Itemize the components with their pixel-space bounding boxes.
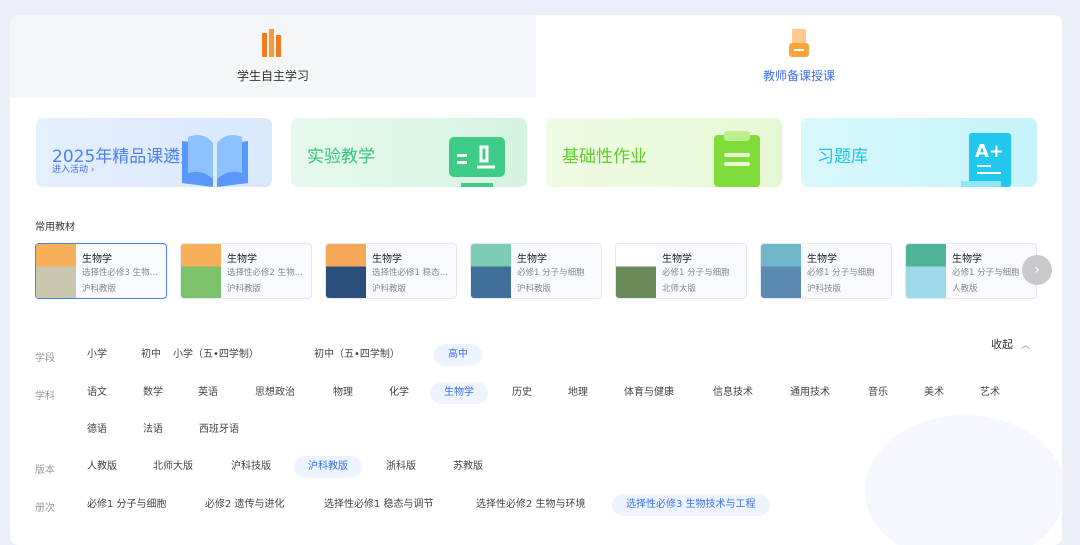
filter-option[interactable]: 人教版	[87, 456, 117, 478]
tab-label: 教师备课授课	[762, 69, 835, 83]
textbook-edition: 沪科教版	[82, 284, 117, 294]
lesson-kit-icon	[789, 29, 809, 57]
filter-label: 学科	[35, 391, 55, 402]
banner-question-bank[interactable]: 习题库 A+	[801, 118, 1037, 187]
textbook-card[interactable]: 生物学 必修1 分子与细胞 沪科技版	[760, 243, 892, 299]
textbook-cover	[761, 244, 801, 298]
section-title: 常用教材	[35, 222, 75, 233]
filter-option[interactable]: 苏教版	[453, 456, 483, 478]
clipboard-icon	[714, 131, 760, 187]
filter-option[interactable]: 音乐	[868, 382, 888, 404]
banner-title: 基础性作业	[562, 147, 647, 167]
filter-option[interactable]: 物理	[333, 382, 353, 404]
banner-experiment-teaching[interactable]: 实验教学	[291, 118, 527, 187]
banner-title: 实验教学	[307, 147, 375, 167]
tab-student-self-study[interactable]: 学生自主学习	[10, 15, 536, 98]
filter-option[interactable]: 选择性必修2 生物与环境	[476, 494, 586, 516]
textbook-cover	[326, 244, 366, 298]
filter-option[interactable]: 浙科版	[386, 456, 416, 478]
collapse-label: 收起	[991, 338, 1013, 351]
filter-option[interactable]: 生物学	[430, 382, 488, 404]
svg-text:A+: A+	[975, 141, 1004, 162]
textbook-edition: 沪科技版	[807, 284, 842, 294]
filter-label: 册次	[35, 503, 55, 514]
banner-title: 习题库	[817, 147, 868, 167]
main-panel: 学生自主学习 教师备课授课 2025年精品课遴选 进入活动 › 实验教学 基础性…	[10, 15, 1062, 545]
next-arrow-button[interactable]: ›	[1022, 255, 1052, 285]
textbook-title: 生物学	[82, 254, 112, 265]
books-icon	[262, 29, 281, 57]
filter-option[interactable]: 数学	[143, 382, 163, 404]
filter-option[interactable]: 小学	[87, 344, 107, 366]
filter-option[interactable]: 沪科教版	[294, 456, 362, 478]
textbook-card[interactable]: 生物学 必修1 分子与细胞 沪科教版	[470, 243, 602, 299]
textbook-card[interactable]: 生物学 选择性必修3 生物技术与工程 沪科教版	[35, 243, 167, 299]
textbook-title: 生物学	[372, 254, 402, 265]
textbook-edition: 沪科教版	[372, 284, 407, 294]
filter-label: 版本	[35, 465, 55, 476]
filter-option[interactable]: 语文	[87, 382, 107, 404]
textbook-cover	[616, 244, 656, 298]
filter-option[interactable]: 初中（五•四学制）	[314, 344, 400, 366]
banner-basic-homework[interactable]: 基础性作业	[546, 118, 782, 187]
filter-option[interactable]: 选择性必修1 稳态与调节	[324, 494, 434, 516]
textbook-cover	[36, 244, 76, 298]
filter-option[interactable]: 必修2 遗传与进化	[205, 494, 285, 516]
filter-option[interactable]: 沪科技版	[231, 456, 271, 478]
filter-option[interactable]: 德语	[87, 419, 107, 441]
cloud-watermark	[865, 415, 1062, 545]
filter-option[interactable]: 西班牙语	[199, 419, 239, 441]
filter-option[interactable]: 北师大版	[153, 456, 193, 478]
grade-a-plus-icon: A+	[961, 133, 1011, 187]
textbook-card[interactable]: 生物学 选择性必修1 稳态与调节 沪科教版	[325, 243, 457, 299]
textbook-volume: 必修1 分子与细胞	[517, 268, 585, 278]
filter-option[interactable]: 美术	[924, 382, 944, 404]
collapse-button[interactable]: 收起 ︿	[991, 336, 1030, 352]
enter-activity-link[interactable]: 进入活动 ›	[52, 162, 94, 175]
filter-option[interactable]: 历史	[512, 382, 532, 404]
filter-option[interactable]: 地理	[568, 382, 588, 404]
textbook-card[interactable]: 生物学 必修1 分子与细胞 北师大版	[615, 243, 747, 299]
filter-option[interactable]: 高中	[434, 344, 482, 366]
textbook-edition: 沪科教版	[517, 284, 552, 294]
microscope-board-icon	[449, 137, 505, 187]
filter-option[interactable]: 法语	[143, 419, 163, 441]
textbook-cover	[906, 244, 946, 298]
filter-option[interactable]: 初中	[141, 344, 161, 366]
filter-option[interactable]: 艺术	[980, 382, 1000, 404]
tab-teacher-prep[interactable]: 教师备课授课	[536, 15, 1062, 98]
filter-option[interactable]: 信息技术	[713, 382, 753, 404]
textbook-title: 生物学	[807, 254, 837, 265]
textbook-title: 生物学	[517, 254, 547, 265]
filter-label: 学段	[35, 353, 55, 364]
filter-option[interactable]: 英语	[198, 382, 218, 404]
textbook-cover	[181, 244, 221, 298]
textbook-title: 生物学	[227, 254, 257, 265]
banner-quality-course[interactable]: 2025年精品课遴选 进入活动 ›	[36, 118, 272, 187]
chevron-up-icon: ︿	[1021, 341, 1031, 351]
textbook-cover	[471, 244, 511, 298]
filter-option[interactable]: 选择性必修3 生物技术与工程	[612, 494, 770, 516]
filter-option[interactable]: 思想政治	[255, 382, 295, 404]
textbook-edition: 人教版	[952, 284, 978, 294]
textbook-card[interactable]: 生物学 必修1 分子与细胞 人教版	[905, 243, 1037, 299]
textbook-volume: 选择性必修1 稳态与调节	[372, 268, 454, 278]
filter-option[interactable]: 通用技术	[790, 382, 830, 404]
open-book-icon	[182, 135, 248, 187]
textbook-title: 生物学	[952, 254, 982, 265]
filter-option[interactable]: 化学	[389, 382, 409, 404]
textbook-volume: 选择性必修3 生物技术与工程	[82, 268, 164, 278]
filter-option[interactable]: 小学（五•四学制）	[173, 344, 259, 366]
tab-label: 学生自主学习	[236, 69, 309, 83]
textbook-title: 生物学	[662, 254, 692, 265]
textbook-volume: 必修1 分子与细胞	[662, 268, 730, 278]
textbook-volume: 选择性必修2 生物与环境	[227, 268, 309, 278]
filter-option[interactable]: 必修1 分子与细胞	[87, 494, 167, 516]
textbook-volume: 必修1 分子与细胞	[807, 268, 875, 278]
textbook-edition: 沪科教版	[227, 284, 262, 294]
textbook-card[interactable]: 生物学 选择性必修2 生物与环境 沪科教版	[180, 243, 312, 299]
filter-option[interactable]: 体育与健康	[624, 382, 674, 404]
textbook-edition: 北师大版	[662, 284, 697, 294]
